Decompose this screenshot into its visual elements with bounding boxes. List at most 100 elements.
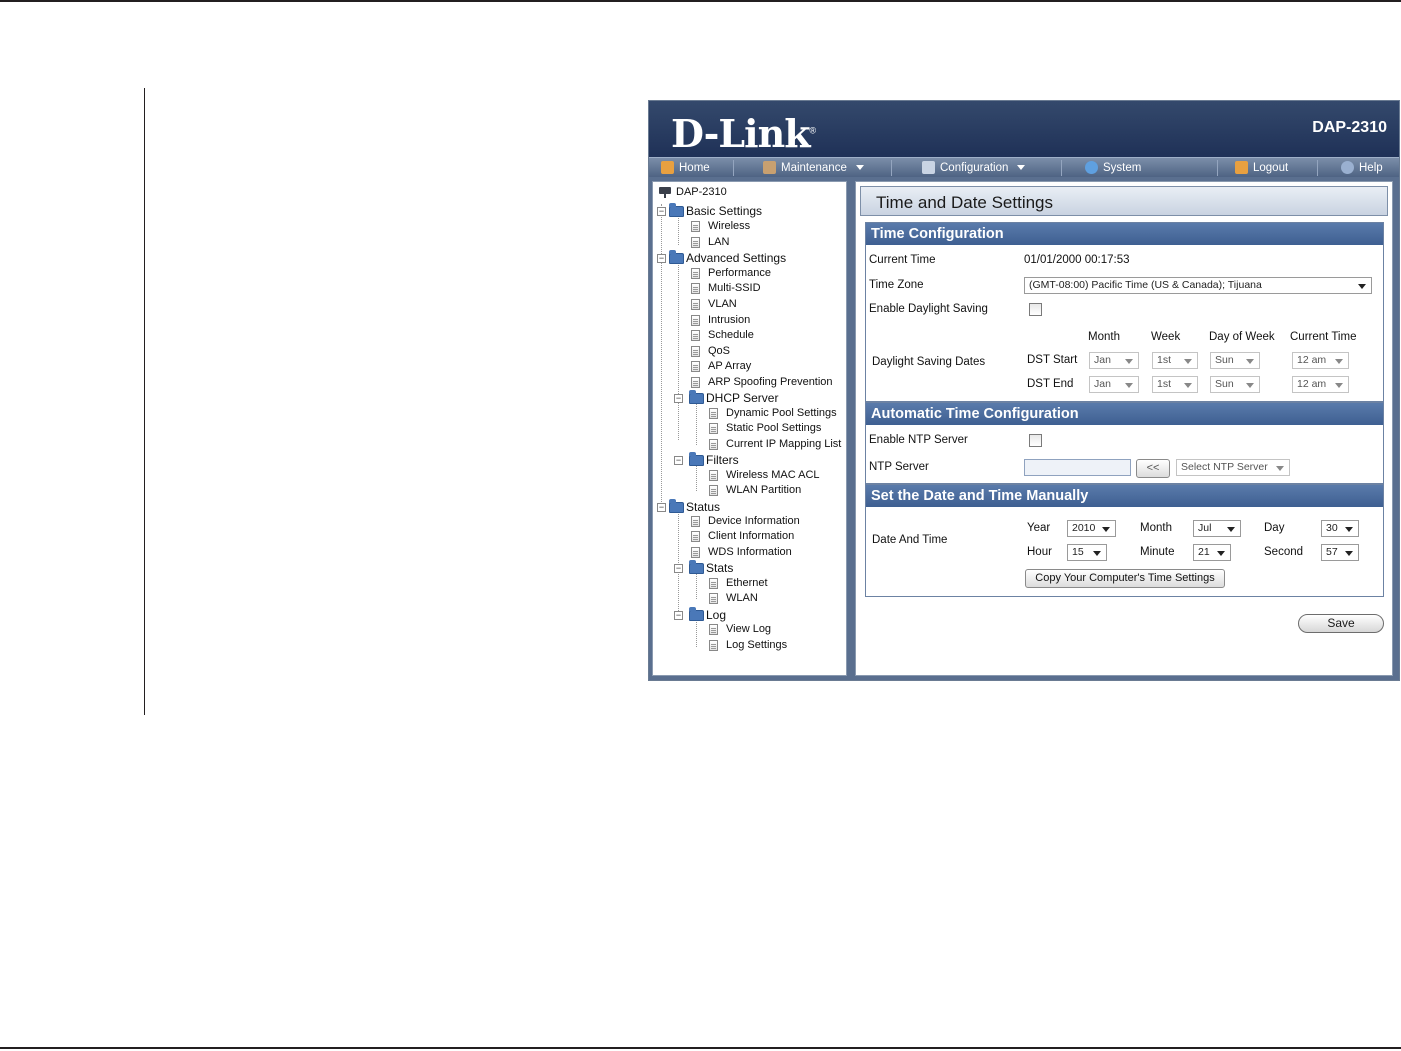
menu-system[interactable]: System (1085, 158, 1141, 177)
select-ntp-server[interactable]: Select NTP Server (1176, 459, 1290, 476)
collapse-icon[interactable]: − (674, 394, 683, 403)
page-icon (709, 639, 718, 651)
tree-item-client-information[interactable]: Client Information (691, 530, 794, 542)
tree-item-schedule[interactable]: Schedule (691, 329, 754, 341)
page-icon (691, 515, 700, 527)
tree-item-ethernet[interactable]: Ethernet (709, 577, 768, 589)
menu-separator (1217, 160, 1218, 176)
tree-item-intrusion[interactable]: Intrusion (691, 314, 750, 326)
page-icon (709, 592, 718, 604)
folder-icon (669, 249, 684, 264)
tree-log[interactable]: Log (689, 606, 726, 622)
copy-computer-time-button[interactable]: Copy Your Computer's Time Settings (1025, 569, 1225, 588)
tree-item-qos[interactable]: QoS (691, 345, 730, 357)
tree-item-ap-array[interactable]: AP Array (691, 360, 751, 372)
menu-logout[interactable]: Logout (1235, 158, 1288, 177)
tree-item-performance[interactable]: Performance (691, 267, 771, 279)
menu-configuration[interactable]: Configuration (922, 158, 1026, 177)
manual-time-section: Set the Date and Time Manually Date And … (865, 484, 1384, 597)
page-icon (709, 422, 718, 434)
section-heading: Time Configuration (866, 223, 1383, 245)
dst-start-day-select[interactable]: Sun (1210, 352, 1260, 369)
tree-item-multi-ssid[interactable]: Multi-SSID (691, 282, 761, 294)
tree-item-vlan[interactable]: VLAN (691, 298, 737, 310)
chevron-down-icon (1102, 527, 1110, 532)
tree-item-dynamic-pool[interactable]: Dynamic Pool Settings (709, 407, 837, 419)
tree-item-arp-spoofing[interactable]: ARP Spoofing Prevention (691, 376, 833, 388)
day-select[interactable]: 30 (1321, 520, 1359, 537)
collapse-icon[interactable]: − (657, 207, 666, 216)
tree-item-wlan[interactable]: WLAN (709, 592, 758, 604)
margin-line (144, 88, 145, 715)
page-icon (691, 345, 700, 357)
tree-filters[interactable]: Filters (689, 451, 739, 467)
time-zone-select[interactable]: (GMT-08:00) Pacific Time (US & Canada); … (1024, 277, 1372, 294)
dst-end-week-select[interactable]: 1st (1152, 376, 1198, 393)
column-current-time: Current Time (1290, 331, 1357, 343)
column-day-of-week: Day of Week (1209, 331, 1275, 343)
dst-start-month-select[interactable]: Jan (1089, 352, 1139, 369)
month-select[interactable]: Jul (1193, 520, 1241, 537)
menu-home[interactable]: Home (661, 158, 710, 177)
save-button[interactable]: Save (1298, 614, 1384, 633)
chevron-down-icon (1276, 466, 1284, 471)
tree-status[interactable]: Status (669, 498, 720, 514)
page-icon (691, 546, 700, 558)
collapse-icon[interactable]: − (674, 456, 683, 465)
tree-dhcp-server[interactable]: DHCP Server (689, 389, 778, 405)
collapse-icon[interactable]: − (657, 254, 666, 263)
page-icon (691, 376, 700, 388)
page-icon (709, 577, 718, 589)
tree-item-wds-information[interactable]: WDS Information (691, 546, 792, 558)
page-title: Time and Date Settings (860, 186, 1388, 216)
chevron-down-icon (1093, 551, 1101, 556)
dst-end-time-select[interactable]: 12 am (1292, 376, 1349, 393)
page-icon (691, 298, 700, 310)
tree-root[interactable]: DAP-2310 (658, 186, 727, 198)
tree-advanced-settings[interactable]: Advanced Settings (669, 249, 786, 265)
page-icon (691, 530, 700, 542)
menu-separator (733, 160, 734, 176)
folder-icon (669, 202, 684, 217)
navigation-tree: DAP-2310 − Basic Settings Wireless LAN −… (652, 181, 847, 676)
page-icon (691, 314, 700, 326)
collapse-icon[interactable]: − (657, 503, 666, 512)
dst-end-month-select[interactable]: Jan (1089, 376, 1139, 393)
folder-icon (689, 606, 704, 621)
tree-item-static-pool[interactable]: Static Pool Settings (709, 422, 821, 434)
column-week: Week (1151, 331, 1181, 343)
enable-ntp-checkbox[interactable] (1029, 434, 1042, 447)
chevron-down-icon (1125, 359, 1133, 364)
time-zone-label: Time Zone (869, 279, 924, 291)
collapse-icon[interactable]: − (674, 564, 683, 573)
tree-item-log-settings[interactable]: Log Settings (709, 639, 787, 651)
year-select[interactable]: 2010 (1067, 520, 1116, 537)
menu-bar: Home Maintenance Configuration System Lo… (649, 157, 1399, 177)
ntp-server-input[interactable] (1024, 459, 1131, 476)
ntp-copy-button[interactable]: << (1136, 459, 1170, 478)
tree-item-lan[interactable]: LAN (691, 236, 729, 248)
tree-item-wireless[interactable]: Wireless (691, 220, 750, 232)
daylight-saving-checkbox[interactable] (1029, 303, 1042, 316)
folder-icon (689, 389, 704, 404)
collapse-icon[interactable]: − (674, 611, 683, 620)
tree-item-wlan-partition[interactable]: WLAN Partition (709, 484, 801, 496)
tree-item-wireless-mac-acl[interactable]: Wireless MAC ACL (709, 469, 820, 481)
tree-basic-settings[interactable]: Basic Settings (669, 202, 762, 218)
second-select[interactable]: 57 (1321, 544, 1359, 561)
tree-item-view-log[interactable]: View Log (709, 623, 771, 635)
menu-help[interactable]: Help (1341, 158, 1383, 177)
menu-maintenance[interactable]: Maintenance (763, 158, 864, 177)
tree-stats[interactable]: Stats (689, 559, 733, 575)
page-top-rule (0, 0, 1401, 2)
tree-item-device-information[interactable]: Device Information (691, 515, 800, 527)
tree-item-ip-mapping[interactable]: Current IP Mapping List (709, 438, 841, 450)
page-icon (709, 623, 718, 635)
dst-end-day-select[interactable]: Sun (1210, 376, 1260, 393)
page-icon (709, 469, 718, 481)
dst-start-time-select[interactable]: 12 am (1292, 352, 1349, 369)
minute-select[interactable]: 21 (1193, 544, 1231, 561)
dst-start-week-select[interactable]: 1st (1152, 352, 1198, 369)
menu-separator (891, 160, 892, 176)
hour-select[interactable]: 15 (1067, 544, 1107, 561)
